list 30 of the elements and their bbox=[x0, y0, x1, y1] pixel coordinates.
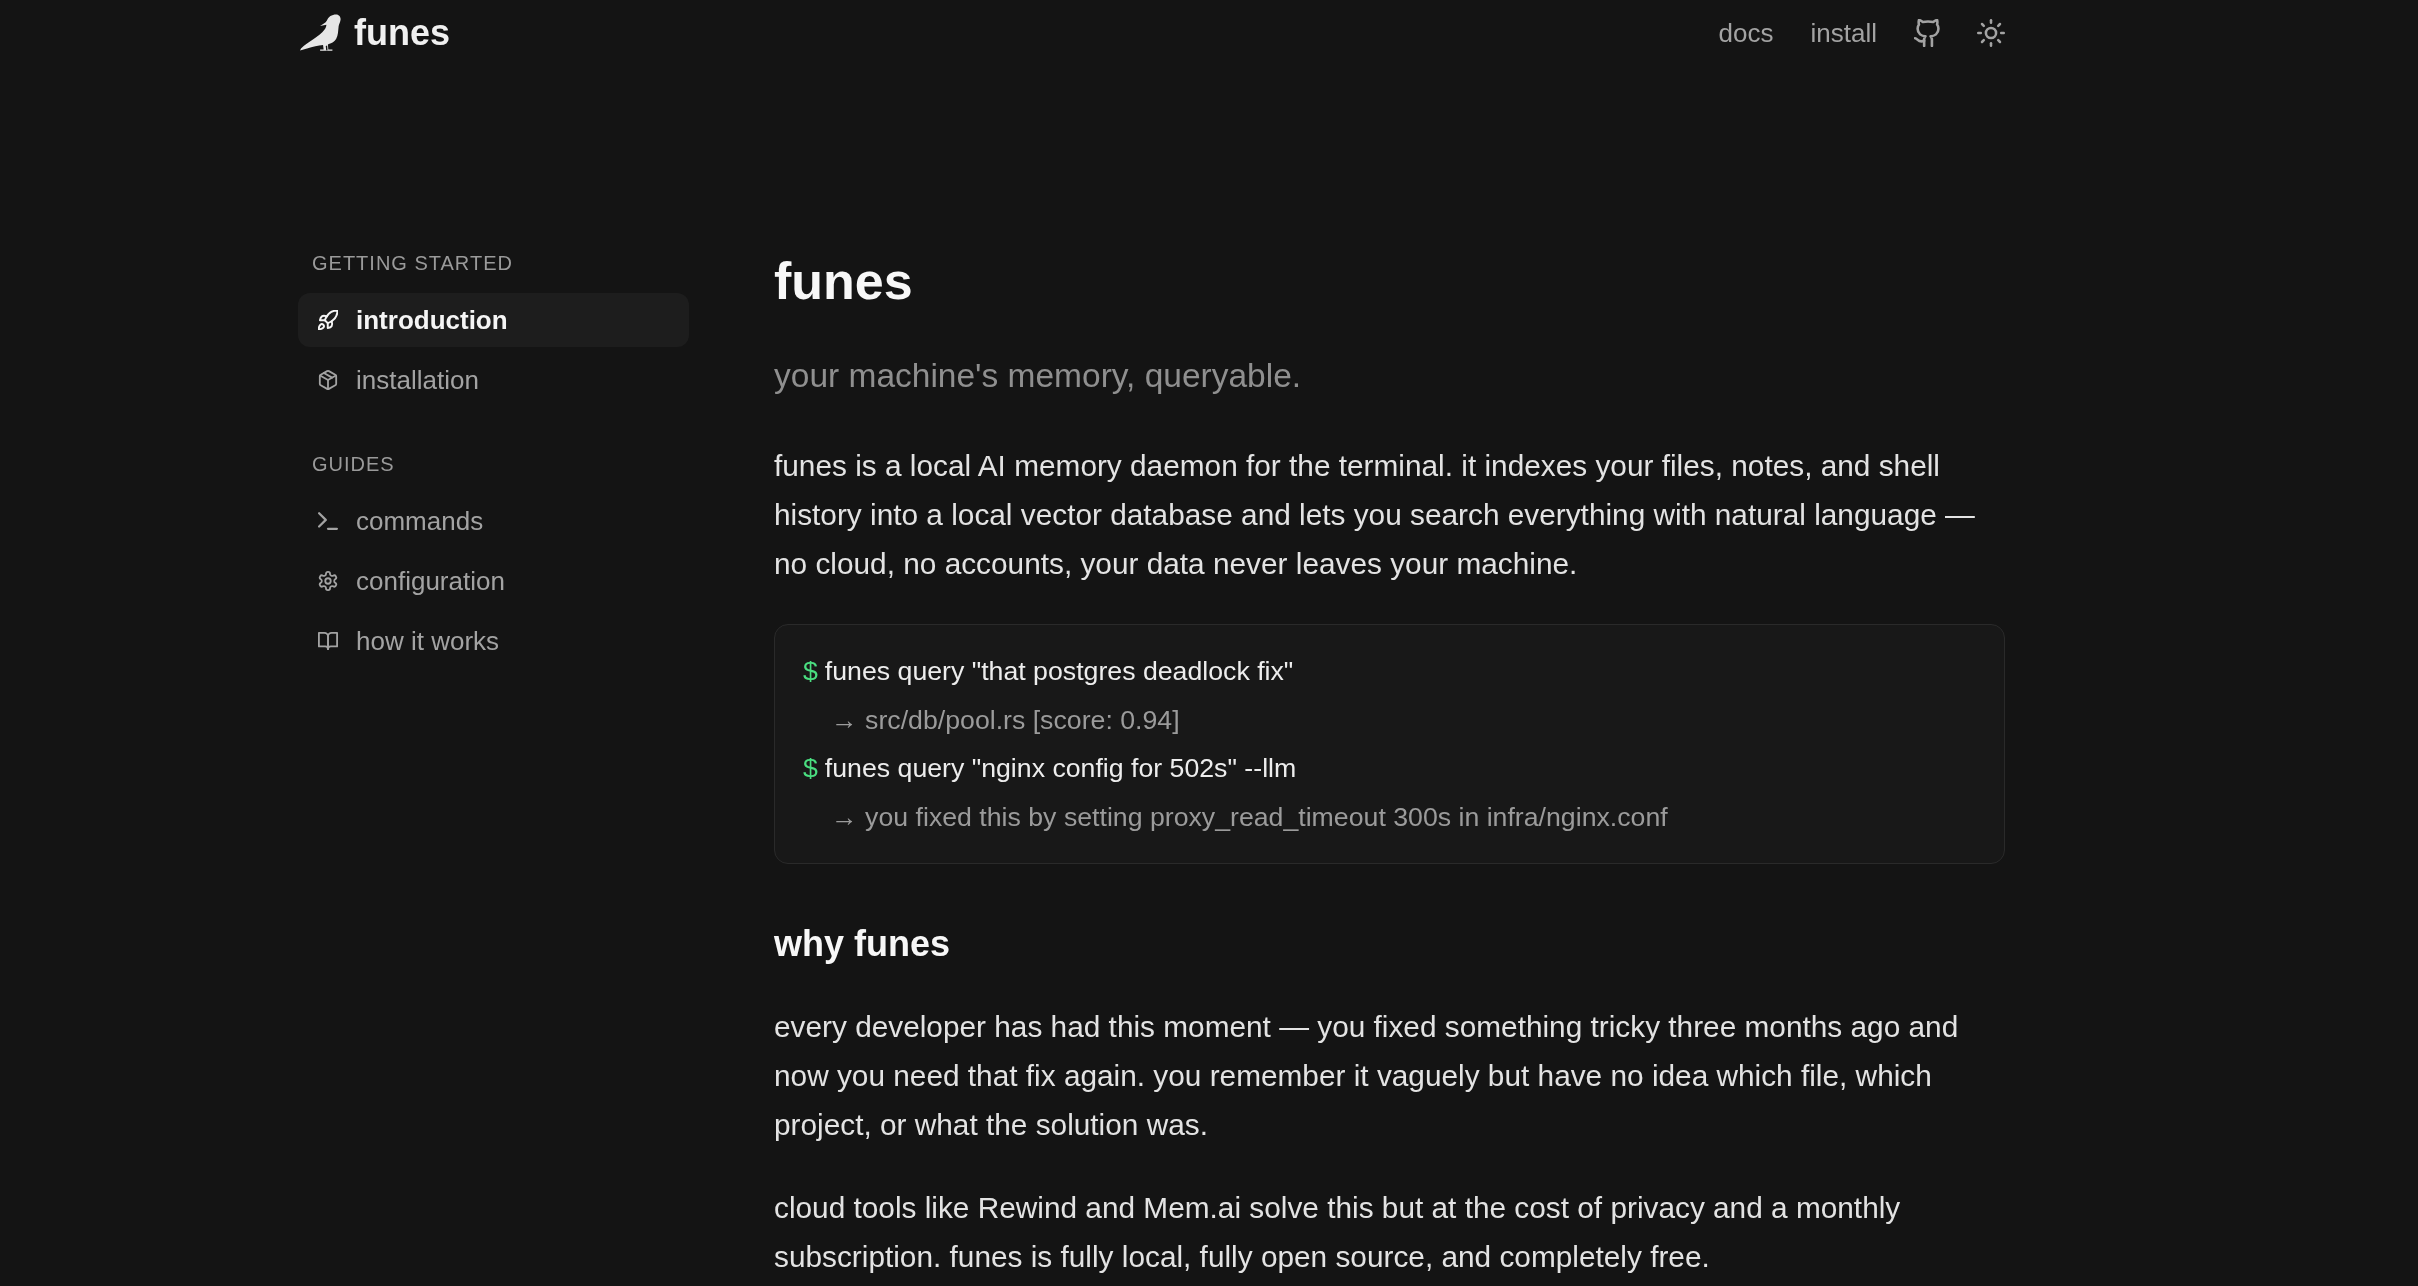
logo-link[interactable]: funes bbox=[298, 11, 450, 55]
sidebar-item[interactable]: installation bbox=[298, 353, 689, 407]
output-text: → you fixed this by setting proxy_read_timeout 300s in infra/nginx.conf bbox=[831, 800, 1668, 834]
sidebar-item[interactable]: introduction bbox=[298, 293, 689, 347]
nav-link[interactable]: docs bbox=[1718, 17, 1774, 49]
sidebar-item[interactable]: how it works bbox=[298, 614, 689, 668]
paragraph: cloud tools like Rewind and Mem.ai solve this but at the cost of privacy and a monthly subscription. funes is fully local, fully open source, and completely free. bbox=[774, 1189, 1902, 1275]
section-heading: GETTING STARTED bbox=[311, 251, 514, 276]
prompt-symbol: $ bbox=[803, 752, 818, 785]
nav-link[interactable]: install bbox=[1810, 17, 1877, 49]
paragraph: every developer has had this moment — you fixed something tricky three months ago and now you need that fix again. you remember it vaguely but have no idea which file, which project, or what the solution was. bbox=[774, 1009, 1960, 1143]
sidebar-item[interactable]: configuration bbox=[298, 554, 689, 608]
output-text: → src/db/pool.rs [score: 0.94] bbox=[831, 703, 1180, 737]
paragraph: funes is a local AI memory daemon for the terminal. it indexes your files, notes, and shell history into a local vector database and lets you search everything with natural language — no cloud, no accounts, your data never leaves your machine. bbox=[774, 448, 1976, 582]
sidebar-item[interactable]: commands bbox=[298, 494, 689, 548]
terminal-icon bbox=[318, 511, 338, 531]
page-title: funes bbox=[774, 251, 914, 312]
rocket-icon bbox=[318, 310, 338, 330]
section-heading: GUIDES bbox=[311, 452, 396, 477]
prompt-symbol: $ bbox=[803, 655, 818, 688]
github-icon[interactable] bbox=[1914, 19, 1940, 47]
bird-icon bbox=[298, 13, 343, 53]
gear-icon bbox=[318, 571, 338, 591]
box-icon bbox=[318, 370, 338, 390]
command-text: funes query "nginx config for 502s" --llm bbox=[824, 752, 1297, 785]
sun-icon[interactable] bbox=[1977, 19, 2005, 47]
section-heading: why funes bbox=[774, 922, 952, 966]
book-icon bbox=[318, 631, 338, 651]
command-text: funes query "that postgres deadlock fix" bbox=[824, 655, 1294, 688]
subtitle: your machine's memory, queryable. bbox=[774, 356, 1303, 396]
